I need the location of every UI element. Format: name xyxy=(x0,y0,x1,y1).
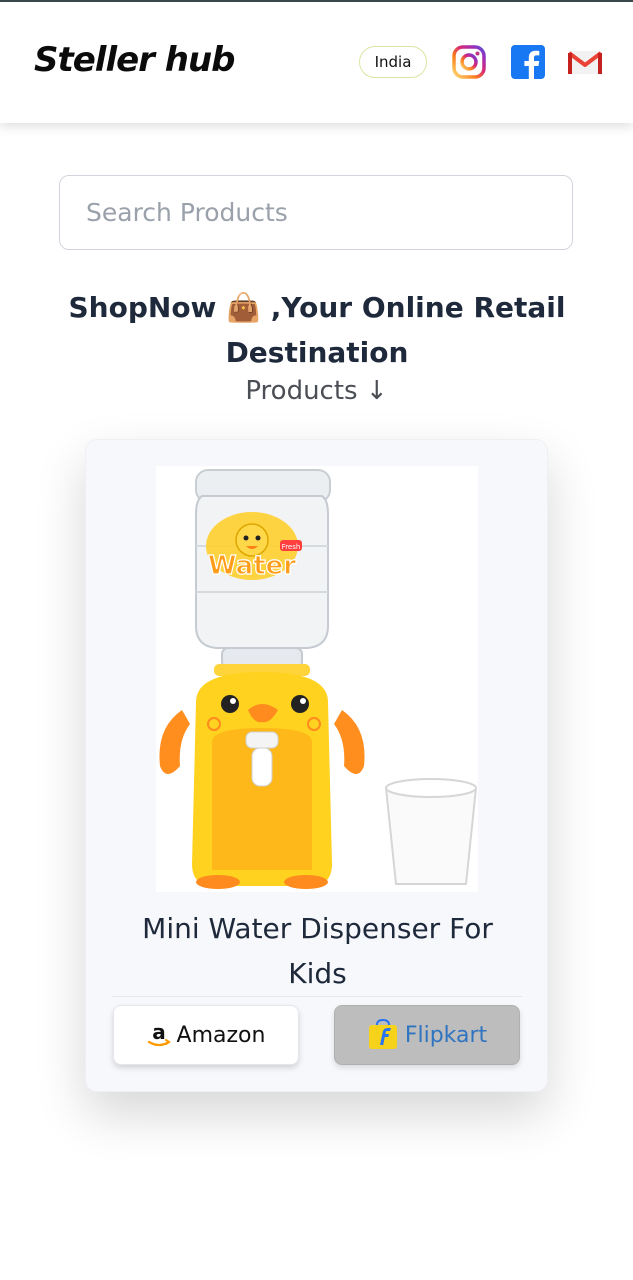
brand-logo[interactable]: Steller hub xyxy=(34,40,236,80)
gmail-icon[interactable] xyxy=(567,44,603,80)
instagram-icon[interactable] xyxy=(451,44,487,80)
bottle-badge: Fresh xyxy=(282,543,301,551)
flipkart-icon xyxy=(367,1019,399,1051)
page-headline: ShopNow 👜 ,Your Online Retail Destinatio… xyxy=(68,291,566,369)
amazon-icon: a xyxy=(147,1021,171,1049)
flipkart-button-label: Flipkart xyxy=(404,1022,488,1048)
facebook-icon[interactable] xyxy=(510,44,546,80)
product-title[interactable]: Mini Water Dispenser For Kids xyxy=(116,906,519,996)
search-input[interactable] xyxy=(59,175,573,250)
bottle-label: Water xyxy=(208,551,296,581)
amazon-button[interactable]: a Amazon xyxy=(113,1005,299,1065)
country-selector[interactable]: India xyxy=(359,46,427,78)
amazon-button-label: Amazon xyxy=(176,1022,266,1048)
svg-text:a: a xyxy=(152,1021,166,1044)
site-header: Steller hub India xyxy=(0,2,633,123)
product-card: Water Fresh Mini Water Dispenser For Kid… xyxy=(85,439,548,1092)
flipkart-button[interactable]: Flipkart xyxy=(334,1005,520,1065)
card-divider xyxy=(112,996,522,997)
product-image[interactable]: Water Fresh xyxy=(156,466,478,892)
products-section-label: Products ↓ xyxy=(245,376,388,406)
